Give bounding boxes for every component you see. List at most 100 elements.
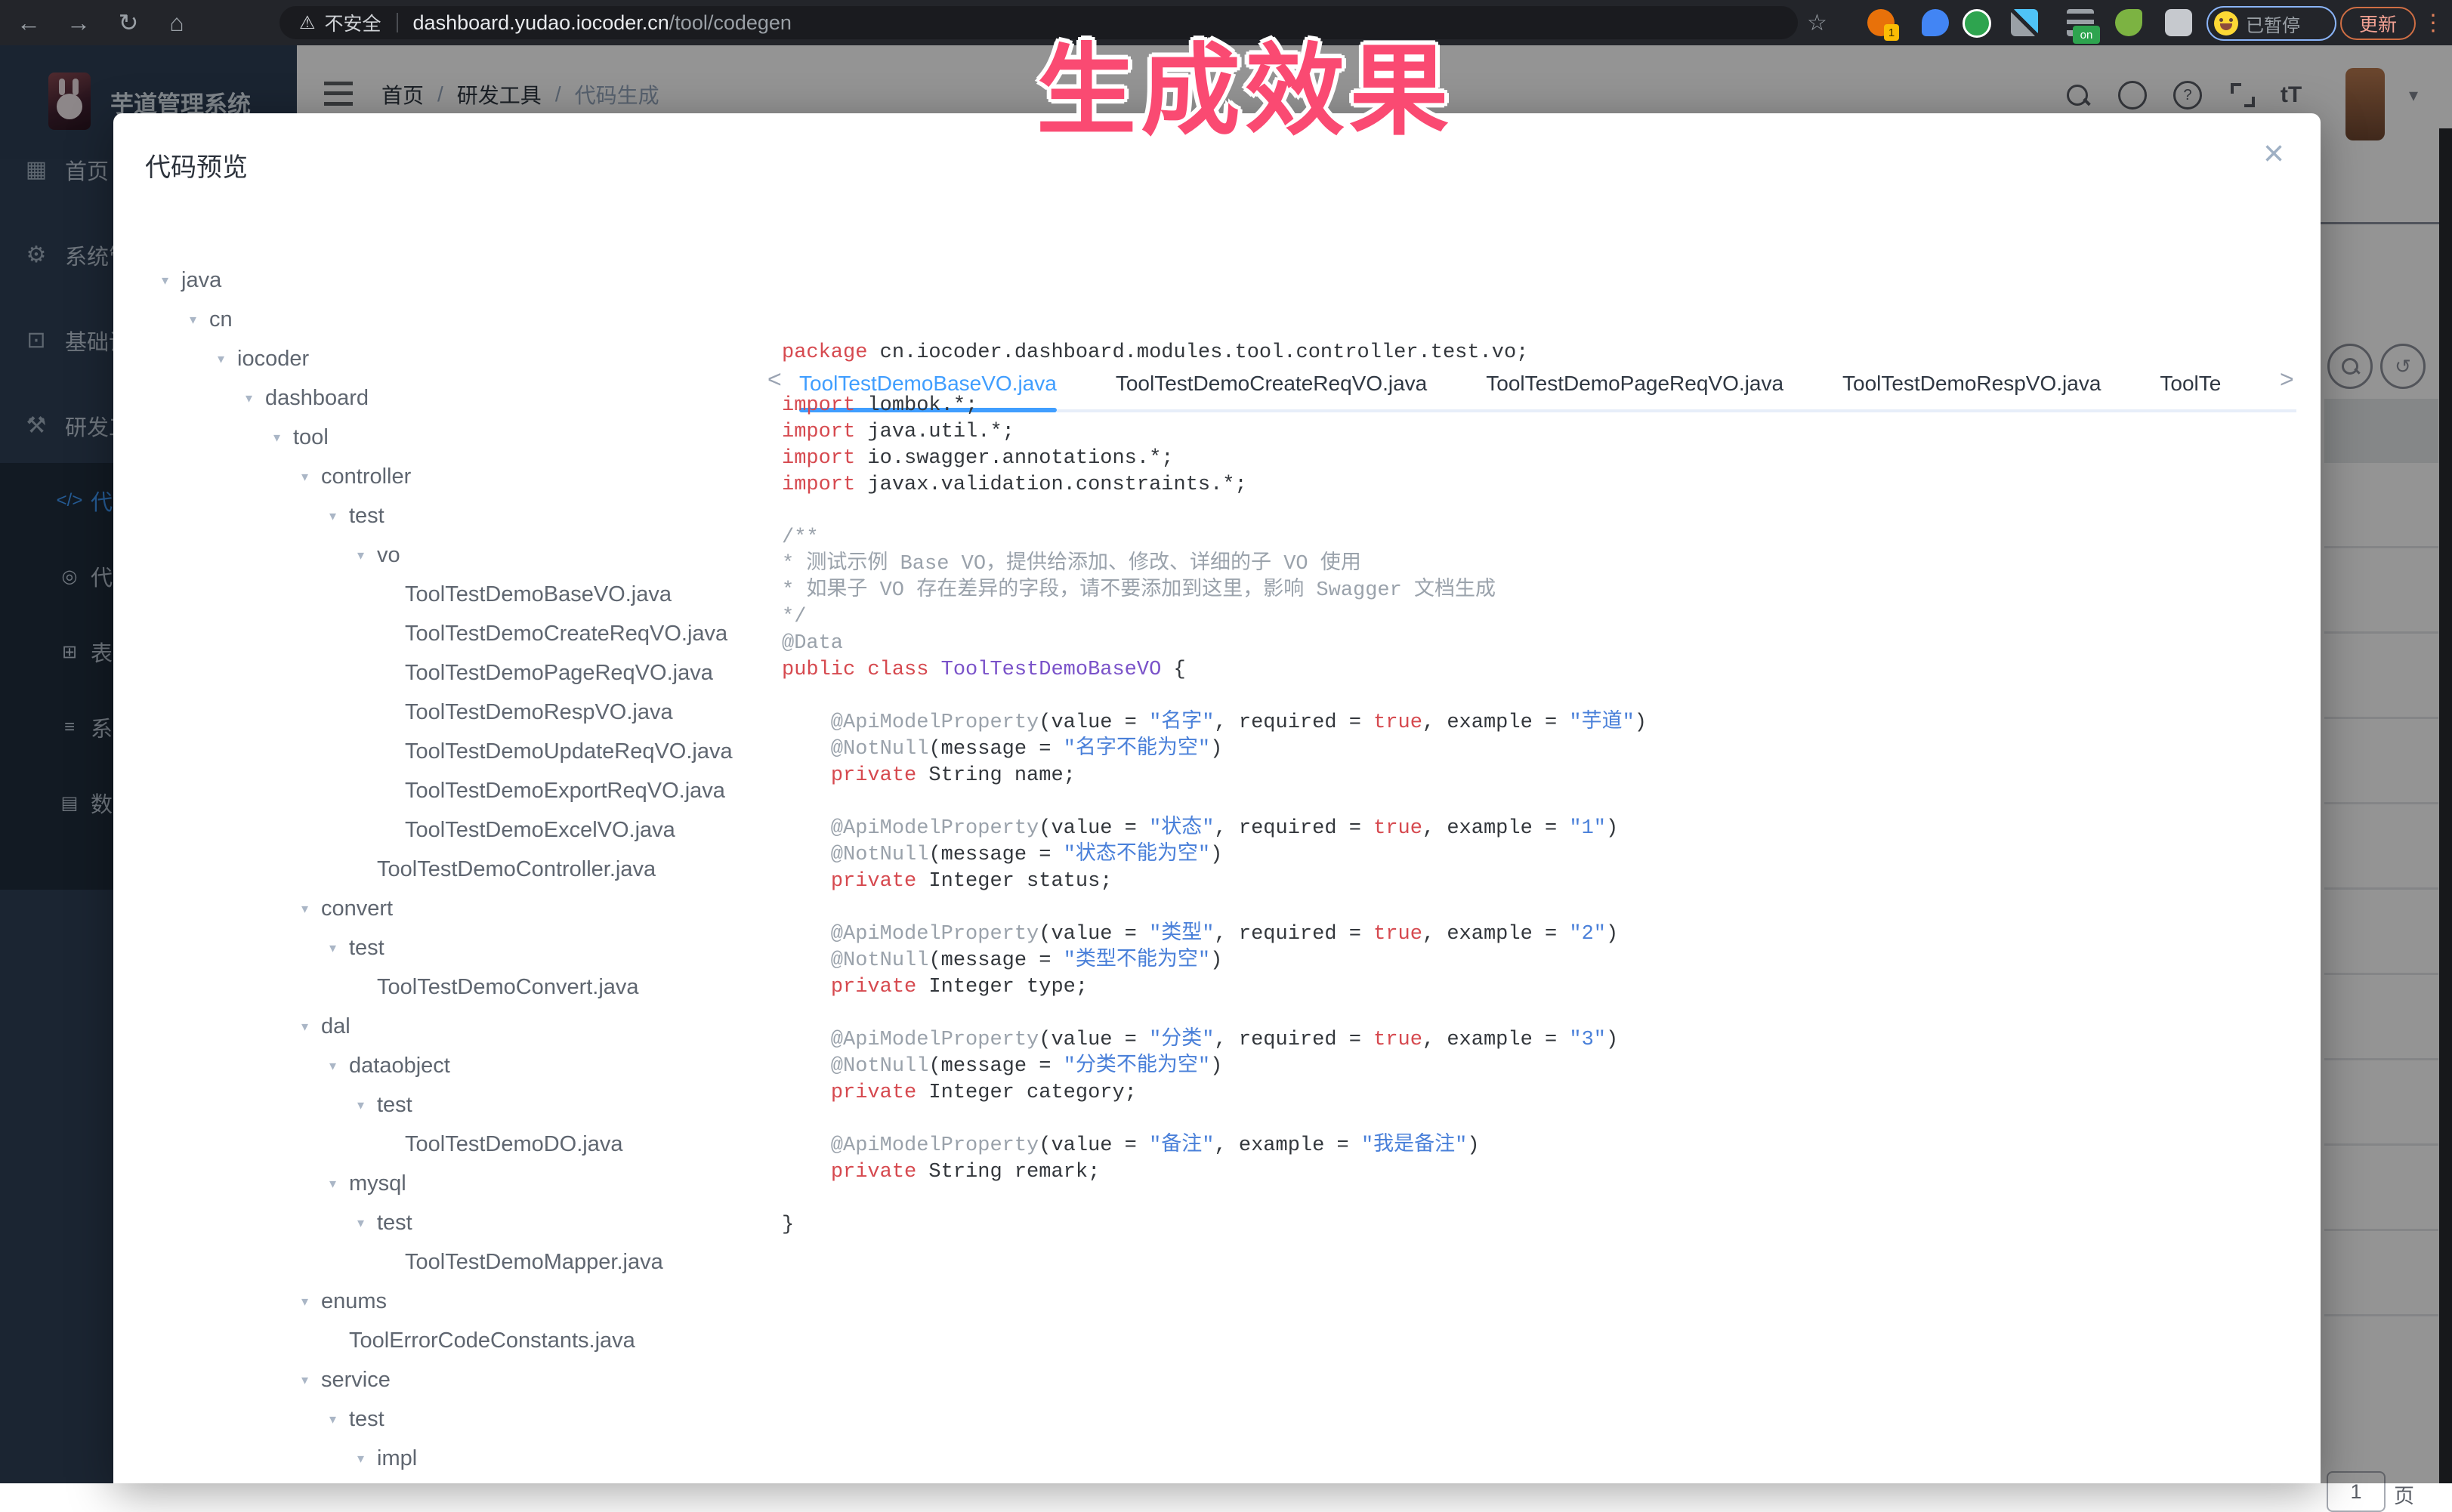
code-view[interactable]: package cn.iocoder.dashboard.modules.too… [782, 340, 2299, 1239]
tree-expand-icon[interactable]: ▾ [329, 1058, 349, 1074]
tree-node-label: ToolTestDemoExportReqVO.java [405, 779, 725, 804]
tree-node[interactable]: ToolTestDemoConvert.java [357, 967, 639, 1007]
browser-update-button[interactable]: 更新 [2340, 7, 2416, 40]
tree-node-label: test [349, 1407, 384, 1432]
tree-node[interactable]: ▾ mysql [329, 1164, 406, 1203]
tree-node[interactable]: ▾ tool [273, 418, 329, 457]
tree-node-label: test [377, 1093, 412, 1118]
tree-node[interactable]: ▾ test [357, 1085, 412, 1125]
tree-expand-icon[interactable]: ▾ [218, 351, 237, 367]
tree-expand-icon[interactable]: ▾ [329, 1412, 349, 1427]
tree-node-label: cn [209, 307, 233, 332]
tree-node[interactable]: ▾ dal [301, 1007, 351, 1046]
tree-expand-icon[interactable]: ▾ [329, 1176, 349, 1192]
tree-node[interactable]: ToolTestDemoExcelVO.java [385, 810, 675, 850]
url-divider [397, 13, 398, 32]
tree-node-label: ToolTestDemoPageReqVO.java [405, 661, 713, 686]
tree-node[interactable]: ToolTestDemoServiceImpl.java [385, 1478, 704, 1483]
tree-node-label: ToolTestDemoDO.java [405, 1132, 623, 1157]
tree-expand-icon[interactable]: ▾ [329, 508, 349, 524]
tree-node-label: ToolTestDemoBaseVO.java [405, 582, 672, 607]
tree-node[interactable]: ▾ test [329, 928, 384, 967]
tree-node-label: ToolTestDemoController.java [377, 857, 656, 882]
page-unit-label: 页 [2394, 1480, 2414, 1509]
tree-node[interactable]: ▾ java [162, 261, 221, 300]
tree-node-label: controller [321, 464, 411, 489]
tree-node-label: convert [321, 896, 393, 921]
tree-node-label: iocoder [237, 347, 309, 372]
tree-node[interactable]: ToolTestDemoController.java [357, 850, 656, 889]
tree-node[interactable]: ToolTestDemoBaseVO.java [385, 575, 672, 614]
browser-scrollbar[interactable] [2439, 128, 2452, 1483]
tree-expand-icon[interactable]: ▾ [301, 1294, 321, 1310]
tree-expand-icon[interactable]: ▾ [301, 1019, 321, 1035]
close-icon[interactable]: × [2263, 136, 2284, 172]
tree-node[interactable]: ToolTestDemoDO.java [385, 1125, 623, 1164]
tabs-scroll-left-icon[interactable]: < [767, 366, 782, 393]
profile-paused-chip[interactable]: 已暂停 [2206, 6, 2336, 41]
tree-node-label: enums [321, 1289, 387, 1314]
tree-node-label: test [377, 1211, 412, 1236]
tree-node[interactable]: ▾ test [329, 496, 384, 535]
tree-node[interactable]: ToolTestDemoUpdateReqVO.java [385, 732, 733, 771]
security-label[interactable]: 不安全 [325, 9, 381, 36]
extension-icon-green-circle[interactable] [1963, 9, 1991, 38]
extensions-puzzle-icon[interactable] [2165, 9, 2192, 36]
tree-node[interactable]: ▾ iocoder [218, 339, 309, 378]
extension-icon-grid[interactable] [2011, 9, 2038, 36]
tree-node[interactable]: ▾ impl [357, 1439, 417, 1478]
tree-node-label: service [321, 1368, 391, 1393]
tree-node[interactable]: ▾ test [329, 1399, 384, 1439]
tree-node-label: ToolErrorCodeConstants.java [349, 1328, 635, 1353]
tree-node[interactable]: ▾ test [357, 1203, 412, 1242]
annotation-text: 生成效果 [1036, 11, 1453, 155]
url-path: /tool/codegen [669, 11, 792, 35]
extension-on-badge: on [2073, 26, 2100, 44]
tree-node[interactable]: ▾ dashboard [246, 378, 369, 418]
reload-icon[interactable]: ↻ [107, 0, 150, 45]
extension-badge: 1 [1884, 24, 1899, 41]
tree-node[interactable]: ToolTestDemoRespVO.java [385, 693, 673, 732]
extension-icon-orange[interactable]: 1 [1867, 9, 1895, 36]
warning-icon: ⚠ [299, 12, 316, 34]
tree-node-label: tool [293, 425, 329, 450]
tree-expand-icon[interactable]: ▾ [246, 390, 265, 406]
bookmark-star-icon[interactable]: ☆ [1807, 10, 1827, 36]
tree-node[interactable]: ▾ controller [301, 457, 411, 496]
tree-node-label: impl [377, 1446, 417, 1471]
tree-node[interactable]: ToolErrorCodeConstants.java [329, 1321, 635, 1360]
url-host: dashboard.yudao.iocoder.cn [413, 11, 669, 35]
tree-node[interactable]: ▾ vo [357, 535, 400, 575]
tree-expand-icon[interactable]: ▾ [190, 312, 209, 328]
tree-expand-icon[interactable]: ▾ [329, 940, 349, 956]
extension-icon-blue-pin[interactable] [1922, 9, 1949, 36]
tree-node[interactable]: ▾ service [301, 1360, 391, 1399]
tree-node[interactable]: ToolTestDemoExportReqVO.java [385, 771, 725, 810]
tree-expand-icon[interactable]: ▾ [301, 1372, 321, 1388]
extension-icon-plant[interactable] [2115, 9, 2142, 36]
tree-expand-icon[interactable]: ▾ [301, 469, 321, 485]
tree-expand-icon[interactable]: ▾ [357, 548, 377, 563]
tree-expand-icon[interactable]: ▾ [357, 1451, 377, 1467]
tree-expand-icon[interactable]: ▾ [357, 1215, 377, 1231]
tree-node-label: test [349, 504, 384, 529]
home-icon[interactable]: ⌂ [156, 0, 198, 45]
back-icon[interactable]: ← [8, 0, 50, 45]
tree-expand-icon[interactable]: ▾ [273, 430, 293, 446]
tree-node[interactable]: ToolTestDemoMapper.java [385, 1242, 663, 1282]
tree-expand-icon[interactable]: ▾ [301, 901, 321, 917]
tree-expand-icon[interactable]: ▾ [357, 1097, 377, 1113]
forward-icon[interactable]: → [57, 0, 100, 45]
tree-node-label: ToolTestDemoRespVO.java [405, 700, 673, 725]
tree-node[interactable]: ▾ convert [301, 889, 393, 928]
tree-node[interactable]: ToolTestDemoCreateReqVO.java [385, 614, 727, 653]
profile-emoji-avatar [2214, 11, 2238, 35]
tree-node[interactable]: ToolTestDemoPageReqVO.java [385, 653, 713, 693]
tree-node[interactable]: ▾ enums [301, 1282, 387, 1321]
tree-node[interactable]: ▾ dataobject [329, 1046, 450, 1085]
tree-node[interactable]: ▾ cn [190, 300, 233, 339]
tree-node-label: vo [377, 543, 400, 568]
tree-expand-icon[interactable]: ▾ [162, 273, 181, 289]
extension-icon-list[interactable]: on [2067, 9, 2094, 36]
browser-menu-icon[interactable]: ⋮ [2422, 10, 2444, 36]
